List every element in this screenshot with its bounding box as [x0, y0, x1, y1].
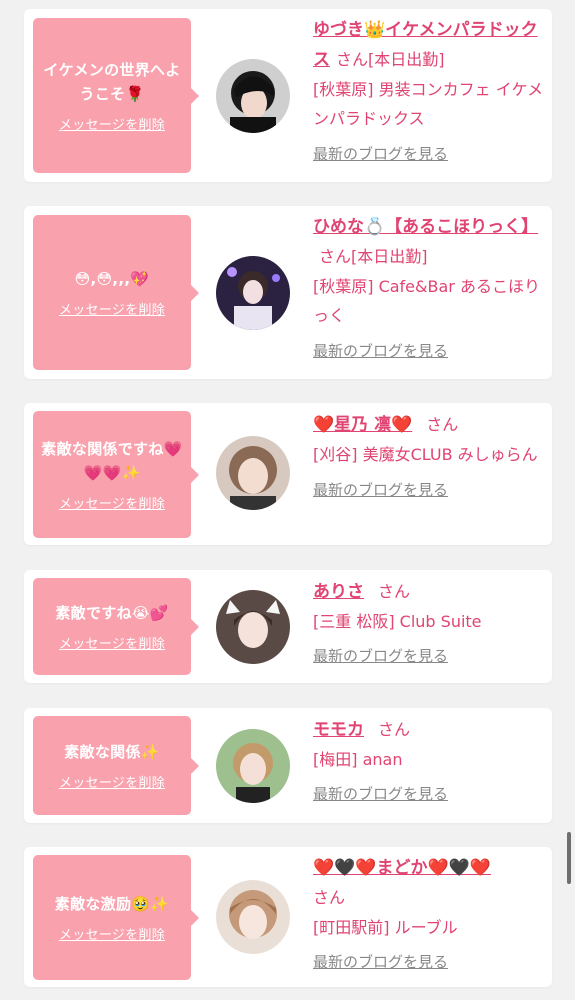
cast-name-link[interactable]: ❤️🖤❤️まどか❤️🖤❤️ — [313, 858, 491, 878]
shop-info: [秋葉原] 男装コンカフェ イケメンパラドックス — [313, 80, 544, 128]
message-card: 素敵ですね😭💕 メッセージを削除 ありさ さん [三重 松阪] Club Suit… — [24, 570, 552, 683]
delete-message-link[interactable]: メッセージを削除 — [59, 772, 165, 791]
honorific: さん — [313, 888, 346, 907]
message-card: イケメンの世界へようこそ🌹 メッセージを削除 ゆづき👑イケメンパラドックス さん[… — [24, 9, 552, 182]
latest-blog-link[interactable]: 最新のブログを見る — [313, 951, 545, 973]
message-text: 素敵ですね😭💕 — [55, 604, 169, 622]
message-bubble: 素敵な関係✨ メッセージを削除 — [33, 716, 199, 815]
avatar[interactable] — [216, 436, 290, 510]
honorific: さん — [426, 415, 459, 434]
cast-name-link[interactable]: ❤️星乃 凛❤️ — [313, 415, 412, 435]
avatar[interactable] — [216, 256, 290, 330]
honorific: さん — [378, 582, 411, 601]
cast-name-link[interactable]: モモカ — [313, 720, 364, 740]
shop-info: [秋葉原] Cafe&Bar あるこほりっく — [313, 277, 540, 325]
delete-message-link[interactable]: メッセージを削除 — [59, 924, 165, 943]
delete-message-link[interactable]: メッセージを削除 — [59, 299, 165, 318]
latest-blog-link[interactable]: 最新のブログを見る — [313, 143, 545, 165]
cast-name-link[interactable]: ひめな💍【あるこほりっく】 — [313, 217, 538, 237]
latest-blog-link[interactable]: 最新のブログを見る — [313, 340, 545, 362]
honorific: さん — [378, 720, 411, 739]
shop-info: [梅田] anan — [313, 750, 403, 769]
latest-blog-link[interactable]: 最新のブログを見る — [313, 645, 545, 667]
honorific: さん — [336, 50, 369, 69]
message-card: 素敵な関係ですね💗💗💗✨ メッセージを削除 ❤️星乃 凛❤️ さん [刈谷] 美魔… — [24, 403, 552, 545]
delete-message-link[interactable]: メッセージを削除 — [59, 114, 165, 133]
message-bubble: イケメンの世界へようこそ🌹 メッセージを削除 — [33, 18, 199, 173]
avatar[interactable] — [216, 880, 290, 954]
cast-info: ありさ さん [三重 松阪] Club Suite 最新のブログを見る — [313, 577, 545, 667]
shop-info: [町田駅前] ルーブル — [313, 918, 458, 937]
cast-name-link[interactable]: ありさ — [313, 582, 364, 602]
avatar[interactable] — [216, 729, 290, 803]
message-text: 素敵な関係ですね💗💗💗✨ — [41, 440, 183, 482]
cast-info: ❤️星乃 凛❤️ さん [刈谷] 美魔女CLUB みしゅらん 最新のブログを見る — [313, 410, 545, 501]
message-card: 素敵な激励🥹✨ メッセージを削除 ❤️🖤❤️まどか❤️🖤❤️ さん [町田駅前]… — [24, 847, 552, 987]
message-text: 😳,😳,,,💖 — [74, 270, 150, 288]
avatar[interactable] — [216, 59, 290, 133]
shop-info: [刈谷] 美魔女CLUB みしゅらん — [313, 445, 538, 464]
message-bubble: 素敵な激励🥹✨ メッセージを削除 — [33, 855, 199, 980]
message-card: 素敵な関係✨ メッセージを削除 モモカ さん [梅田] anan 最新のブログを見… — [24, 708, 552, 823]
cast-info: ひめな💍【あるこほりっく】さん[本日出勤] [秋葉原] Cafe&Bar あるこ… — [313, 213, 545, 362]
delete-message-link[interactable]: メッセージを削除 — [59, 633, 165, 652]
work-status: [本日出勤] — [351, 247, 428, 266]
message-card: 😳,😳,,,💖 メッセージを削除 ひめな💍【あるこほりっく】さん[本日出勤] [… — [24, 206, 552, 379]
delete-message-link[interactable]: メッセージを削除 — [59, 493, 165, 512]
latest-blog-link[interactable]: 最新のブログを見る — [313, 479, 545, 501]
message-bubble: 😳,😳,,,💖 メッセージを削除 — [33, 215, 199, 370]
shop-info: [三重 松阪] Club Suite — [313, 612, 482, 631]
message-bubble: 素敵ですね😭💕 メッセージを削除 — [33, 578, 199, 675]
scrollbar[interactable] — [567, 832, 571, 884]
avatar[interactable] — [216, 590, 290, 664]
cast-info: ゆづき👑イケメンパラドックス さん[本日出勤] [秋葉原] 男装コンカフェ イケメ… — [313, 16, 545, 165]
cast-info: ❤️🖤❤️まどか❤️🖤❤️ さん [町田駅前] ルーブル 最新のブログを見る — [313, 854, 545, 973]
message-text: イケメンの世界へようこそ🌹 — [43, 61, 181, 103]
message-bubble: 素敵な関係ですね💗💗💗✨ メッセージを削除 — [33, 411, 199, 538]
cast-info: モモカ さん [梅田] anan 最新のブログを見る — [313, 715, 545, 805]
message-text: 素敵な激励🥹✨ — [54, 895, 170, 913]
message-text: 素敵な関係✨ — [64, 743, 160, 761]
work-status: [本日出勤] — [368, 50, 445, 69]
latest-blog-link[interactable]: 最新のブログを見る — [313, 783, 545, 805]
honorific: さん — [319, 247, 352, 266]
